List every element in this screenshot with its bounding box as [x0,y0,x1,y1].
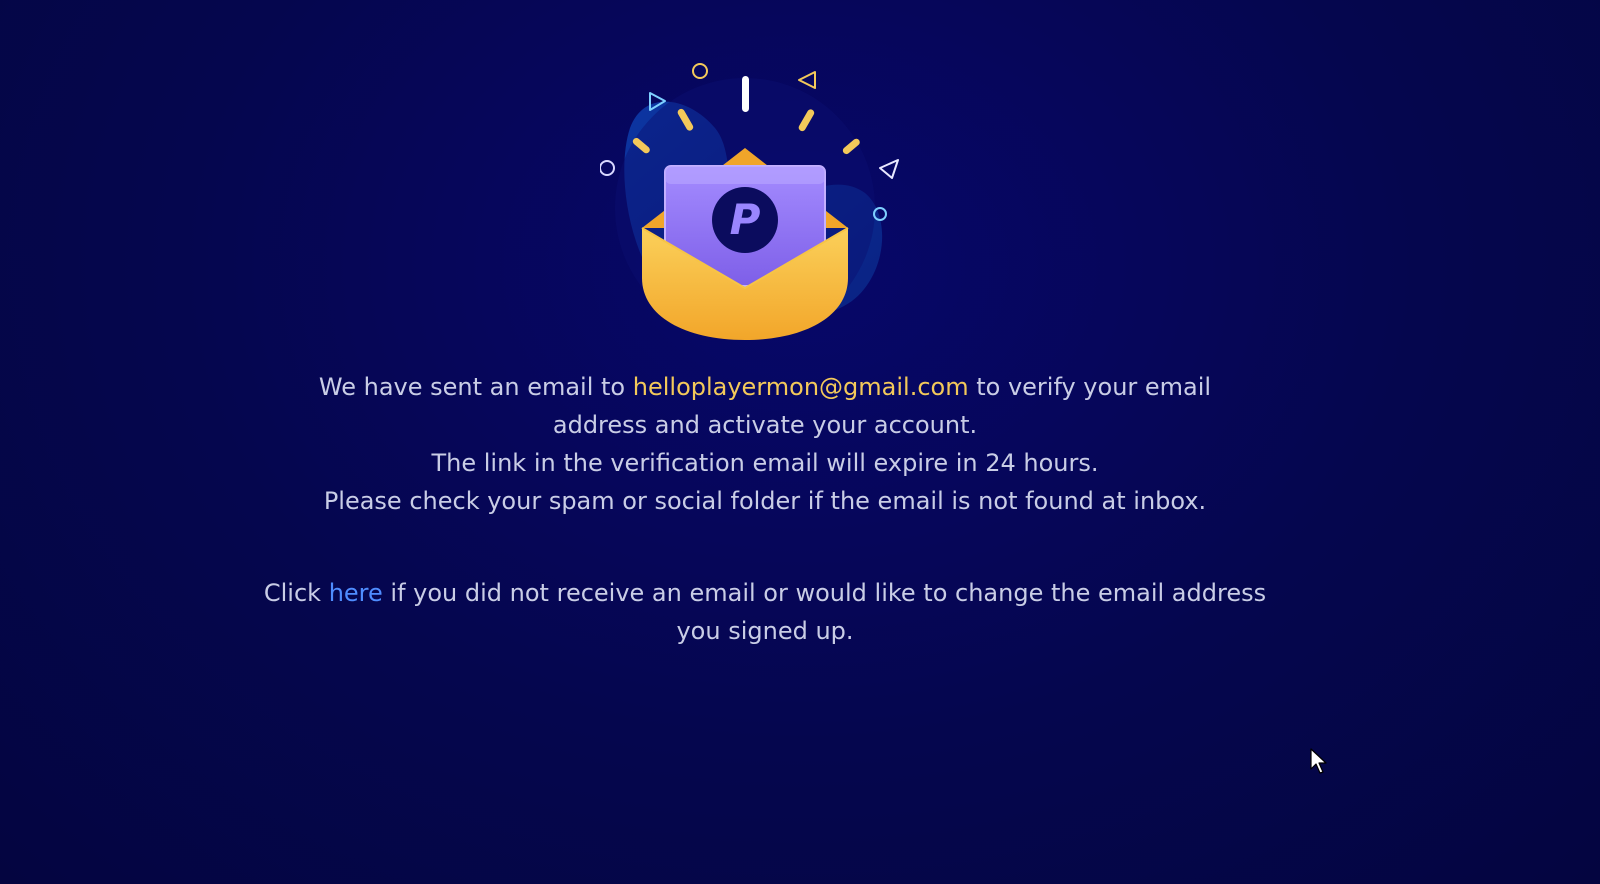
message-line-3: The link in the verification email will … [431,449,1099,477]
logo-letter: P [730,195,761,244]
resend-line-1: Click here if you did not receive an ema… [263,579,1267,607]
verification-message: We have sent an email to helloplayermon@… [250,368,1280,520]
resend-here-link[interactable]: here [329,579,383,607]
verification-page: P We have sent an email to helloplayermo… [0,0,1600,884]
resend-instructions: Click here if you did not receive an ema… [250,574,1280,650]
ray-center [742,76,749,112]
user-email: helloplayermon@gmail.com [632,373,969,401]
mouse-cursor-icon [1310,748,1327,774]
message-line-2: address and activate your account. [552,411,978,439]
resend-line-2: you signed up. [676,617,854,645]
message-line-1: We have sent an email to helloplayermon@… [318,373,1212,401]
mail-sent-illustration: P [600,63,899,340]
message-line-4: Please check your spam or social folder … [323,487,1207,515]
